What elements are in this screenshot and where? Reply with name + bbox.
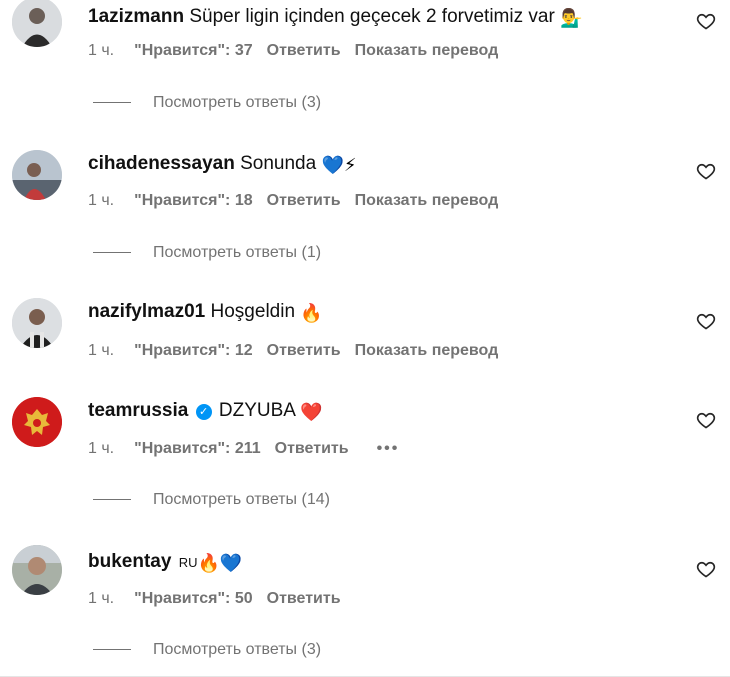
- comment-username[interactable]: 1azizmann: [88, 6, 184, 27]
- comment-meta: 1 ч. "Нравится": 18 Ответить Показать перев…: [88, 191, 512, 211]
- comment-text-line: teamrussia ✓ DZYUBA ❤️: [88, 399, 323, 424]
- comment-likes[interactable]: "Нравится": 50: [134, 590, 253, 607]
- avatar[interactable]: [12, 0, 62, 47]
- replies-divider: [93, 649, 131, 651]
- view-replies-label: Посмотреть ответы (3): [153, 641, 322, 658]
- comment-time: 1 ч.: [88, 590, 115, 607]
- comment-text-line: bukentay RU🔥💙: [88, 550, 242, 575]
- ru-tag: RU: [178, 555, 198, 570]
- comment-body: Sonunda: [240, 153, 317, 174]
- fire-emoji: 🔥: [300, 303, 323, 323]
- comment-meta: 1 ч. "Нравится": 12 Ответить Показать перев…: [88, 341, 512, 361]
- comment-time: 1 ч.: [88, 192, 115, 209]
- person-tipping-hand-emoji: 💁‍♂️: [560, 8, 583, 28]
- comment-time: 1 ч.: [88, 440, 115, 457]
- comment-username[interactable]: teamrussia: [88, 400, 188, 421]
- comment-likes[interactable]: "Нравится": 12: [134, 342, 253, 359]
- reply-button[interactable]: Ответить: [267, 590, 341, 607]
- avatar[interactable]: [12, 397, 62, 447]
- verified-badge-icon: ✓: [195, 404, 212, 420]
- view-replies-label: Посмотреть ответы (14): [153, 491, 330, 508]
- comment-time: 1 ч.: [88, 342, 115, 359]
- comment-likes[interactable]: "Нравится": 211: [134, 440, 261, 457]
- avatar[interactable]: [12, 298, 62, 348]
- comment-meta: 1 ч. "Нравится": 50 Ответить: [88, 589, 355, 609]
- comment-username[interactable]: bukentay: [88, 551, 171, 572]
- view-replies-label: Посмотреть ответы (3): [153, 94, 322, 111]
- like-heart-icon[interactable]: [696, 11, 716, 31]
- replies-divider: [93, 499, 131, 501]
- comment-time: 1 ч.: [88, 42, 115, 59]
- like-heart-icon[interactable]: [696, 161, 716, 181]
- replies-divider: [93, 252, 131, 254]
- comment-likes[interactable]: "Нравится": 37: [134, 42, 253, 59]
- translate-button[interactable]: Показать перевод: [355, 342, 499, 359]
- like-heart-icon[interactable]: [696, 311, 716, 331]
- comment-username[interactable]: nazifylmaz01: [88, 301, 205, 322]
- comment-body: DZYUBA: [218, 400, 295, 421]
- comment-meta: 1 ч. "Нравится": 37 Ответить Показать перев…: [88, 41, 512, 61]
- comment-body: Süper ligin içinden geçecek 2 forvetimiz…: [189, 6, 555, 27]
- more-options-icon[interactable]: •••: [377, 440, 400, 457]
- comment-username[interactable]: cihadenessayan: [88, 153, 235, 174]
- comment-text-line: nazifylmaz01 Hoşgeldin 🔥: [88, 300, 323, 325]
- view-replies-label: Посмотреть ответы (1): [153, 244, 322, 261]
- view-replies-button[interactable]: Посмотреть ответы (3): [93, 93, 321, 113]
- comment-text-line: 1azizmann Süper ligin içinden geçecek 2 …: [88, 5, 582, 30]
- view-replies-button[interactable]: Посмотреть ответы (1): [93, 243, 321, 263]
- reply-button[interactable]: Ответить: [267, 192, 341, 209]
- avatar[interactable]: [12, 545, 62, 595]
- replies-divider: [93, 102, 131, 104]
- avatar[interactable]: [12, 150, 62, 200]
- comment-body: Hoşgeldin: [210, 301, 296, 322]
- reply-button[interactable]: Ответить: [275, 440, 349, 457]
- reply-button[interactable]: Ответить: [267, 42, 341, 59]
- reply-button[interactable]: Ответить: [267, 342, 341, 359]
- translate-button[interactable]: Показать перевод: [355, 192, 499, 209]
- fire-blue-heart-emoji: 🔥💙: [197, 553, 243, 573]
- translate-button[interactable]: Показать перевод: [355, 42, 499, 59]
- comment-likes[interactable]: "Нравится": 18: [134, 192, 253, 209]
- comment-text-line: cihadenessayan Sonunda 💙⚡: [88, 152, 357, 177]
- blue-heart-lightning-emoji: 💙⚡: [321, 155, 357, 175]
- like-heart-icon[interactable]: [696, 410, 716, 430]
- view-replies-button[interactable]: Посмотреть ответы (3): [93, 640, 321, 660]
- comment-meta: 1 ч. "Нравится": 211 Ответить •••: [88, 439, 413, 459]
- view-replies-button[interactable]: Посмотреть ответы (14): [93, 490, 330, 510]
- red-heart-emoji: ❤️: [300, 402, 323, 422]
- like-heart-icon[interactable]: [696, 559, 716, 579]
